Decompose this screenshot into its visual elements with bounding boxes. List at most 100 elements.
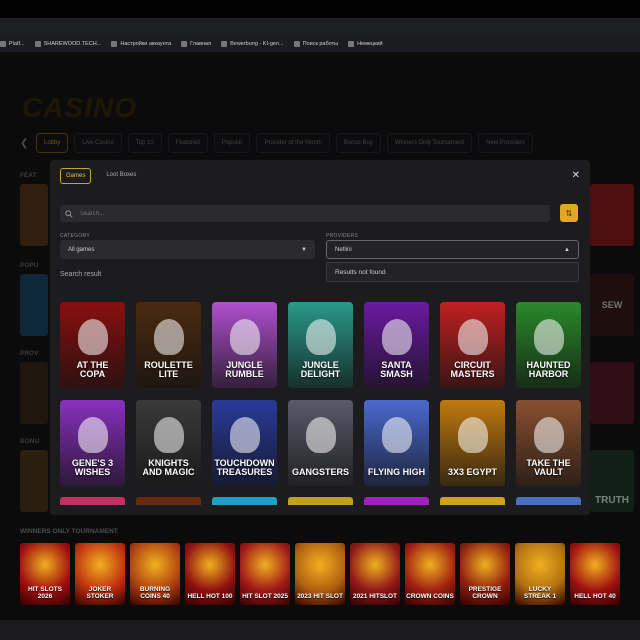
tab-games[interactable]: Games bbox=[60, 168, 92, 184]
bookmark-label: Настройки аккаунта bbox=[120, 41, 172, 47]
game-card-partial[interactable] bbox=[212, 497, 277, 505]
tab-loot-boxes[interactable]: Loot Boxes bbox=[101, 168, 141, 184]
filter-toggle-icon[interactable]: ⇅ bbox=[560, 204, 578, 222]
bookmark-label: Немецкий bbox=[357, 41, 383, 47]
bookmark-item[interactable]: SHAREWOOD.TECH... bbox=[34, 41, 102, 47]
game-card[interactable]: GENE'S 3 WISHES bbox=[60, 400, 125, 486]
game-art bbox=[457, 319, 488, 356]
game-card[interactable]: SANTA SMASH bbox=[364, 302, 429, 388]
tournament-game-title: CROWN COINS bbox=[406, 593, 454, 600]
bookmark-label: SHAREWOOD.TECH... bbox=[43, 41, 102, 47]
tournament-game-card[interactable]: BURNING COINS 40 bbox=[130, 543, 180, 605]
bookmark-item[interactable]: Поиск работы bbox=[293, 41, 339, 47]
chevron-down-icon: ▼ bbox=[301, 246, 307, 253]
game-title: CIRCUIT MASTERS bbox=[450, 360, 495, 379]
game-art bbox=[305, 417, 336, 454]
bookmark-label: Platf... bbox=[9, 41, 25, 47]
game-title: JUNGLE RUMBLE bbox=[225, 360, 264, 379]
bookmark-item[interactable]: Настройки аккаунта bbox=[111, 41, 171, 47]
game-title: GANGSTERS bbox=[291, 467, 349, 477]
bookmark-label: Поиск работы bbox=[302, 41, 339, 47]
game-art bbox=[533, 417, 564, 454]
search-modal: Games Loot Boxes ✕ ⇅ CATEGORY All games ▼… bbox=[50, 160, 590, 515]
game-title: TAKE THE VAULT bbox=[526, 458, 571, 477]
providers-input[interactable]: Netlini bbox=[335, 247, 352, 253]
folder-icon bbox=[348, 41, 355, 47]
game-card-partial[interactable] bbox=[364, 497, 429, 505]
game-card[interactable]: CIRCUIT MASTERS bbox=[440, 302, 505, 388]
tournament-game-card[interactable]: CROWN COINS bbox=[405, 543, 455, 605]
tournament-game-card[interactable]: HELL HOT 40 bbox=[570, 543, 620, 605]
game-card[interactable]: GANGSTERS bbox=[288, 400, 353, 486]
game-card[interactable]: 3X3 EGYPT bbox=[440, 400, 505, 486]
page-icon bbox=[221, 41, 228, 47]
browser-toolbar bbox=[0, 18, 640, 37]
tournament-game-card[interactable]: LUCKY STREAK 1 bbox=[515, 543, 565, 605]
screen-top-strip bbox=[0, 0, 640, 20]
game-title: GENE'S 3 WISHES bbox=[71, 458, 114, 477]
search-field[interactable] bbox=[60, 205, 550, 222]
game-title: KNIGHTS AND MAGIC bbox=[142, 458, 195, 477]
game-art bbox=[229, 319, 260, 356]
tournament-game-title: JOKER STOKER bbox=[86, 586, 114, 600]
tournament-game-title: 2021 HITSLOT bbox=[352, 593, 398, 600]
game-title: AT THE COPA bbox=[76, 360, 109, 379]
providers-label: PROVIDERS bbox=[326, 233, 359, 239]
game-card[interactable]: TAKE THE VAULT bbox=[516, 400, 581, 486]
bookmark-item[interactable]: Bewerbung - KI-gen... bbox=[221, 41, 284, 47]
game-title: FLYING HIGH bbox=[367, 467, 426, 477]
category-value: All games bbox=[68, 246, 95, 253]
game-card-partial[interactable] bbox=[136, 497, 201, 505]
providers-select[interactable]: Netlini ▲ bbox=[326, 240, 579, 259]
game-title: ROULETTE LITE bbox=[144, 360, 193, 379]
tournament-game-title: 2023 HIT SLOT bbox=[297, 593, 343, 600]
tournament-game-card[interactable]: 2023 HIT SLOT bbox=[295, 543, 345, 605]
game-card[interactable]: FLYING HIGH bbox=[364, 400, 429, 486]
game-card[interactable]: KNIGHTS AND MAGIC bbox=[136, 400, 201, 486]
game-card-partial[interactable] bbox=[440, 497, 505, 505]
page-icon bbox=[0, 41, 6, 47]
tournament-game-card[interactable]: 2021 HITSLOT bbox=[350, 543, 400, 605]
tournament-game-card[interactable]: HELL HOT 100 bbox=[185, 543, 235, 605]
tournament-game-title: PRESTIGE CROWN bbox=[468, 586, 502, 600]
tournament-game-card[interactable]: HIT SLOTS 2026 bbox=[20, 543, 70, 605]
game-card[interactable]: TOUCHDOWN TREASURES bbox=[212, 400, 277, 486]
game-card[interactable]: JUNGLE DELIGHT bbox=[288, 302, 353, 388]
game-art bbox=[305, 319, 336, 356]
game-art bbox=[153, 417, 184, 454]
close-icon[interactable]: ✕ bbox=[572, 170, 580, 181]
game-card-partial[interactable] bbox=[60, 497, 125, 505]
game-card-partial[interactable] bbox=[516, 497, 581, 505]
game-art bbox=[153, 319, 184, 356]
tournament-game-card[interactable]: JOKER STOKER bbox=[75, 543, 125, 605]
bookmark-item[interactable]: Немецкий bbox=[348, 41, 383, 47]
game-art bbox=[533, 319, 564, 356]
chevron-up-icon: ▲ bbox=[564, 246, 570, 253]
games-grid: AT THE COPA ROULETTE LITE JUNGLE RUMBLE JUN… bbox=[60, 302, 581, 486]
bookmark-item[interactable]: Platf... bbox=[0, 41, 25, 47]
search-icon bbox=[60, 209, 78, 218]
game-card[interactable]: AT THE COPA bbox=[60, 302, 125, 388]
game-art bbox=[77, 319, 108, 356]
game-card[interactable]: JUNGLE RUMBLE bbox=[212, 302, 277, 388]
game-art bbox=[381, 417, 412, 454]
tournament-game-card[interactable]: HIT SLOT 2025 bbox=[240, 543, 290, 605]
search-input[interactable] bbox=[78, 209, 550, 218]
page-icon bbox=[111, 41, 118, 47]
tournament-game-title: HELL HOT 40 bbox=[574, 593, 616, 600]
game-art bbox=[381, 319, 412, 356]
folder-icon bbox=[293, 41, 300, 47]
category-select[interactable]: All games ▼ bbox=[60, 240, 315, 259]
game-title: HAUNTED HARBOR bbox=[526, 360, 571, 379]
tournament-game-title: HIT SLOT 2025 bbox=[242, 593, 288, 600]
game-card[interactable]: ROULETTE LITE bbox=[136, 302, 201, 388]
bookmark-item[interactable]: Главная bbox=[181, 41, 211, 47]
tournament-game-card[interactable]: PRESTIGE CROWN bbox=[460, 543, 510, 605]
game-card-partial[interactable] bbox=[288, 497, 353, 505]
search-result-label: Search result bbox=[60, 271, 102, 278]
taskbar bbox=[0, 620, 640, 640]
providers-dropdown: Results not found bbox=[326, 262, 579, 282]
game-card[interactable]: HAUNTED HARBOR bbox=[516, 302, 581, 388]
game-title: SANTA SMASH bbox=[380, 360, 413, 379]
game-art bbox=[77, 417, 108, 454]
